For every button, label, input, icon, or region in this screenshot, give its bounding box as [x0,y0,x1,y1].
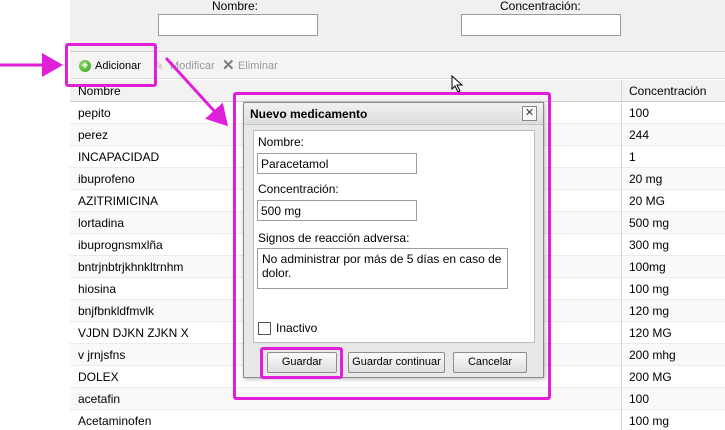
annotation-arrows [0,53,229,127]
app-screen: Nombre: Concentración: + Adicionar ✎ Mod… [0,0,725,430]
arrow-to-dialog [164,56,229,127]
